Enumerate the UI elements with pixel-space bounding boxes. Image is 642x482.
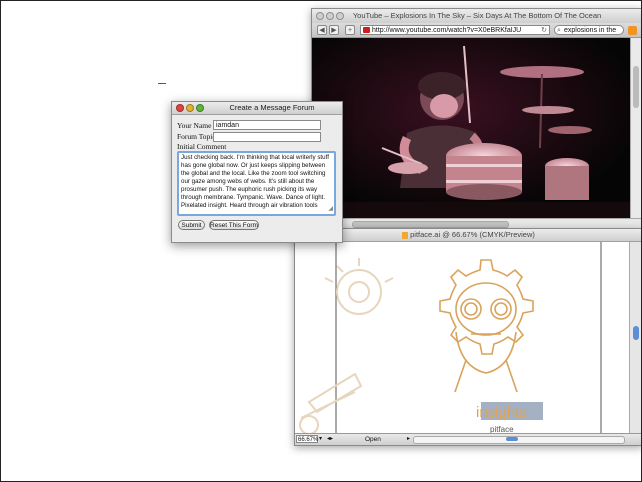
forward-arrow-icon[interactable]: ▶ — [329, 25, 339, 35]
illustrator-titlebar: pitface.ai @ 66.67% (CMYK/Preview) — [295, 229, 642, 242]
illustrator-statusbar: 66.67% ▾ ◂▸ Open ▸ — [295, 433, 642, 445]
pitface-artwork: insights pitface — [299, 242, 602, 433]
status-field[interactable]: Open — [365, 434, 381, 445]
plus-icon[interactable]: + — [345, 25, 355, 35]
back-arrow-icon[interactable]: ◀ — [317, 25, 327, 35]
browser-vertical-scrollbar[interactable] — [630, 38, 642, 218]
browser-title: YouTube – Explosions In The Sky – Six Da… — [352, 11, 602, 20]
initial-comment-text: Just checking back. I'm thinking that lo… — [181, 154, 329, 209]
browser-toolbar: ◀ ▶ + http://www.youtube.com/watch?v=X0e… — [312, 23, 642, 38]
submit-button[interactable]: Submit — [178, 220, 205, 230]
browser-titlebar: YouTube – Explosions In The Sky – Six Da… — [312, 9, 642, 24]
url-text: http://www.youtube.com/watch?v=X0eBRKfaI… — [372, 27, 522, 34]
reset-form-button[interactable]: Reset This Form — [209, 220, 259, 230]
illustrator-title: pitface.ai @ 66.67% (CMYK/Preview) — [410, 230, 535, 239]
drummer-video-frame — [312, 38, 630, 218]
search-field[interactable]: ⌕ explosions in the — [554, 25, 624, 35]
search-text: explosions in the — [564, 27, 617, 34]
scroll-thumb[interactable] — [633, 66, 639, 108]
search-icon: ⌕ — [557, 27, 561, 34]
reload-icon[interactable]: ↻ — [541, 26, 547, 34]
video-player[interactable] — [312, 38, 630, 218]
initial-comment-textarea[interactable]: Just checking back. I'm thinking that lo… — [177, 151, 336, 216]
dialog-titlebar: Create a Message Forum — [172, 102, 342, 115]
resize-grip-icon[interactable]: ◢ — [328, 205, 333, 213]
pitface-label: pitface — [490, 425, 514, 433]
scroll-thumb[interactable] — [506, 437, 518, 441]
your-name-label: Your Name — [177, 121, 212, 130]
dialog-title: Create a Message Forum — [229, 103, 315, 112]
illustrator-horizontal-scrollbar[interactable] — [413, 436, 625, 444]
zoom-field[interactable]: 66.67% — [296, 435, 318, 443]
rss-icon[interactable] — [628, 26, 637, 35]
initial-comment-label: Initial Comment — [177, 142, 227, 151]
forum-topic-label: Forum Topic — [177, 132, 216, 141]
your-name-input[interactable]: iamdan — [213, 120, 321, 130]
status-arrow-icon[interactable]: ▸ — [407, 434, 410, 445]
insights-text: insights — [476, 404, 527, 421]
zoom-dropdown-icon[interactable]: ▾ — [319, 434, 322, 445]
illustrator-vertical-scrollbar[interactable] — [629, 242, 642, 433]
browser-window: YouTube – Explosions In The Sky – Six Da… — [311, 8, 642, 230]
document-icon — [402, 231, 409, 239]
message-forum-dialog: Create a Message Forum Your Name iamdan … — [171, 101, 343, 243]
artboard-canvas[interactable]: insights pitface — [295, 242, 629, 433]
stray-mark — [158, 83, 166, 84]
url-field[interactable]: http://www.youtube.com/watch?v=X0eBRKfaI… — [360, 25, 550, 35]
forum-topic-input[interactable] — [213, 132, 321, 142]
youtube-favicon-icon — [363, 27, 370, 33]
scroll-thumb[interactable] — [633, 326, 639, 340]
scroll-thumb[interactable] — [352, 221, 509, 228]
artboard-nav-icon[interactable]: ◂▸ — [327, 434, 333, 445]
illustrator-window: pitface.ai @ 66.67% (CMYK/Preview) insig… — [294, 228, 642, 446]
